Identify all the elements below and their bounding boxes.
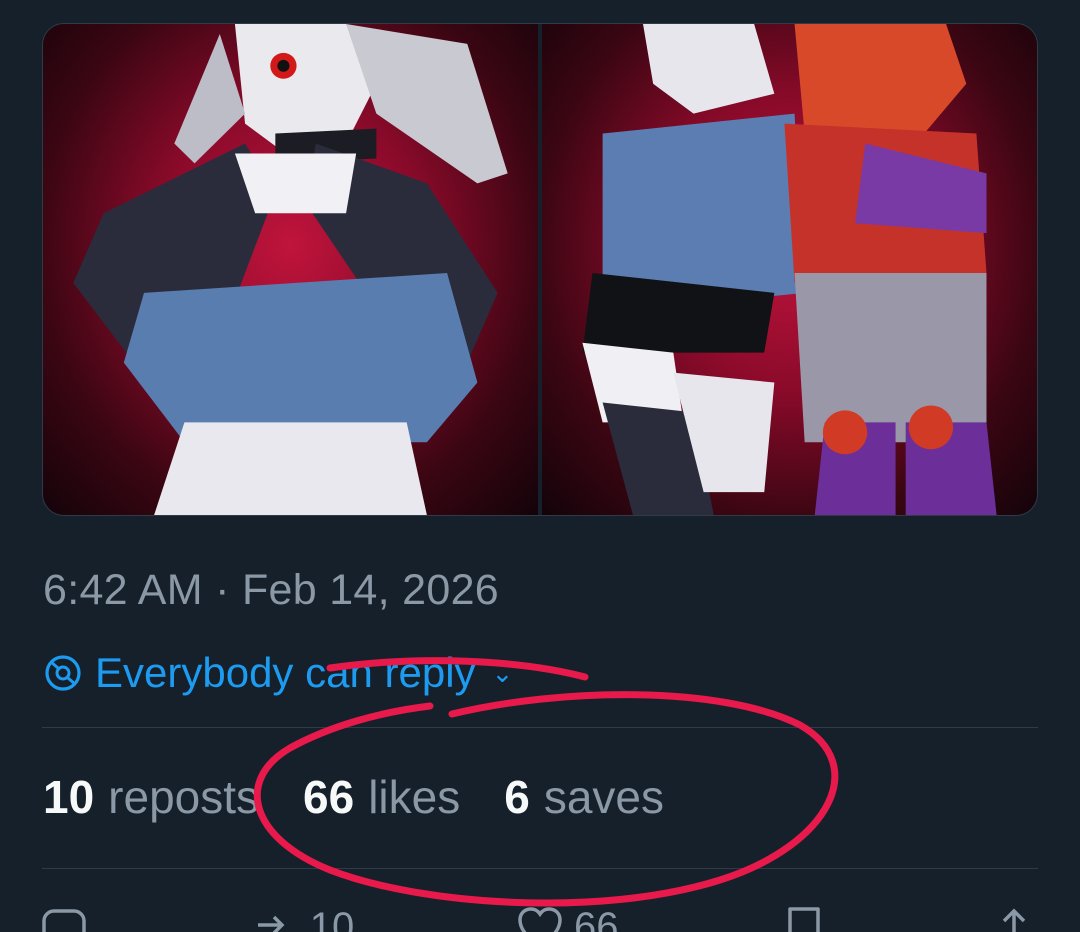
chevron-down-icon: ⌄	[491, 657, 514, 688]
repost-count: 10	[309, 905, 355, 932]
repost-button[interactable]: 10	[252, 905, 355, 932]
reposts-stat[interactable]: 10 reposts	[43, 770, 259, 824]
reply-button[interactable]	[42, 905, 90, 932]
saves-label: saves	[543, 771, 664, 823]
media-image-1[interactable]	[43, 24, 538, 515]
share-button[interactable]	[990, 905, 1038, 932]
like-button[interactable]: 66	[516, 905, 619, 932]
reply-icon	[42, 909, 86, 932]
like-icon	[518, 907, 562, 932]
likes-label: likes	[368, 771, 461, 823]
likes-stat[interactable]: 66 likes	[303, 770, 460, 824]
reply-permission-icon	[45, 655, 81, 691]
saves-count: 6	[504, 771, 530, 823]
action-bar: 10 66	[42, 905, 1038, 932]
engagement-stats: 10 reposts 66 likes 6 saves	[43, 770, 664, 824]
media-image-2[interactable]	[542, 24, 1037, 515]
reposts-label: reposts	[108, 771, 260, 823]
bookmark-button[interactable]	[780, 905, 828, 932]
saves-stat[interactable]: 6 saves	[504, 770, 664, 824]
repost-icon	[257, 915, 285, 932]
reposts-count: 10	[43, 771, 95, 823]
artwork-image-1	[73, 24, 508, 515]
divider	[42, 868, 1038, 869]
bookmark-icon	[788, 907, 820, 932]
media-grid	[42, 23, 1038, 516]
reply-setting-button[interactable]: Everybody can reply ⌄	[43, 647, 513, 699]
likes-count: 66	[303, 771, 355, 823]
post-timestamp[interactable]: 6:42 AM · Feb 14, 2026	[43, 566, 499, 615]
artwork-image-2	[582, 24, 997, 515]
divider	[42, 727, 1038, 728]
share-icon	[1002, 908, 1026, 932]
like-count: 66	[574, 905, 619, 932]
reply-setting-label: Everybody can reply	[95, 649, 476, 696]
